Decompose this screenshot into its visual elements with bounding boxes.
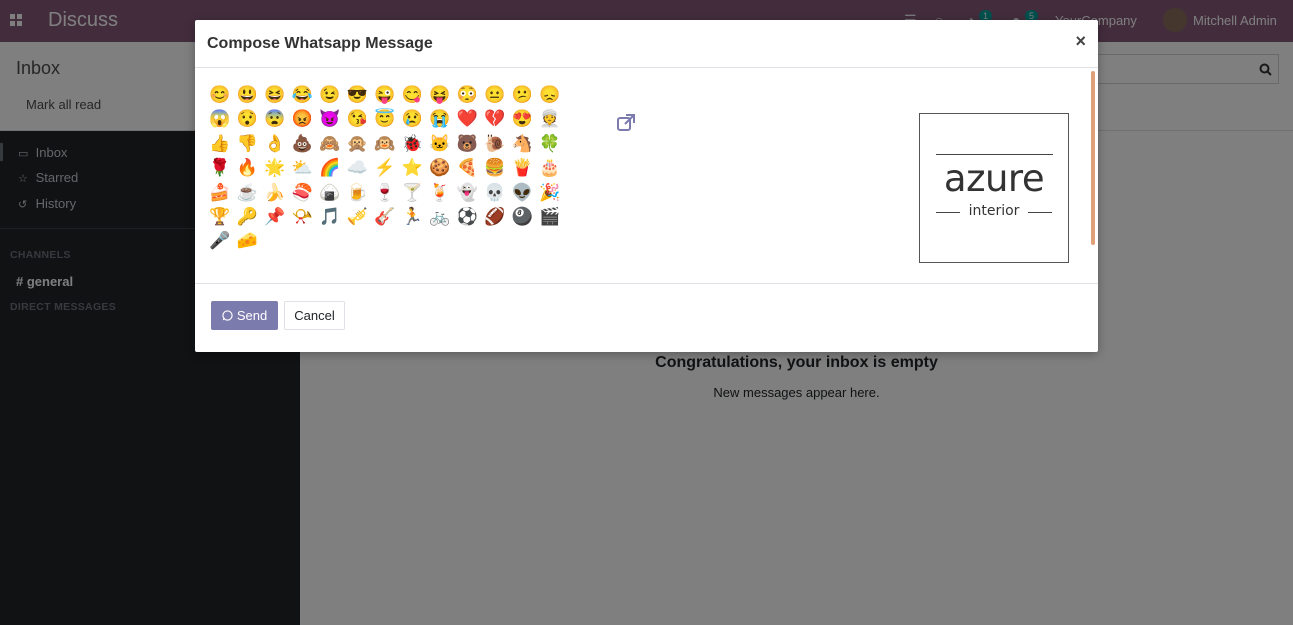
emoji-item[interactable]: 😞 [536, 83, 564, 107]
emoji-item[interactable]: 😕 [509, 83, 537, 107]
emoji-item[interactable]: 🍌 [261, 181, 289, 205]
emoji-item[interactable]: ⛅ [289, 156, 317, 180]
emoji-item[interactable]: 😱 [206, 107, 234, 131]
emoji-item[interactable]: 😍 [509, 107, 537, 131]
emoji-item[interactable]: 🎱 [509, 205, 537, 229]
emoji-picker: 😊 😃 😆 😂 😉 😎 😜 😋 😝 😳 😐 😕 😞 😱 😯 😨 😡 😈 😘 😇 😢 😭 ❤️ 💔 😍 👳 👍 👎 👌 💩 🙈 🙊 🙉 🐞 🐱 🐻 🐌 🐴 🍀… [206, 83, 588, 254]
dialog-header: Compose Whatsapp Message × [195, 20, 1098, 68]
emoji-item[interactable]: 🍕 [454, 156, 482, 180]
dialog-body: 😊 😃 😆 😂 😉 😎 😜 😋 😝 😳 😐 😕 😞 😱 😯 😨 😡 😈 😘 😇 😢 😭 ❤️ 💔 😍 👳 👍 👎 👌 💩 🙈 🙊 🙉 🐞 🐱 🐻 🐌 🐴 🍀… [195, 68, 1098, 283]
emoji-item[interactable]: ⚡ [371, 156, 399, 180]
emoji-item[interactable]: 🍷 [371, 181, 399, 205]
emoji-item[interactable]: 🌟 [261, 156, 289, 180]
emoji-item[interactable]: 😊 [206, 83, 234, 107]
emoji-item[interactable]: 🍀 [536, 132, 564, 156]
emoji-item[interactable]: 🍰 [206, 181, 234, 205]
emoji-item[interactable]: 🙊 [344, 132, 372, 156]
emoji-item[interactable]: 😘 [344, 107, 372, 131]
emoji-item[interactable]: 😈 [316, 107, 344, 131]
emoji-item[interactable]: 🐞 [399, 132, 427, 156]
emoji-item[interactable]: 🐌 [481, 132, 509, 156]
emoji-item[interactable]: 😐 [481, 83, 509, 107]
emoji-item[interactable]: 🧀 [234, 229, 262, 253]
emoji-item[interactable]: 💀 [481, 181, 509, 205]
emoji-item[interactable]: 🎸 [371, 205, 399, 229]
emoji-item[interactable]: 👽 [509, 181, 537, 205]
close-icon[interactable]: × [1075, 31, 1086, 52]
emoji-item[interactable]: ❤️ [454, 107, 482, 131]
emoji-item[interactable]: 🎉 [536, 181, 564, 205]
emoji-item[interactable]: 🍺 [344, 181, 372, 205]
emoji-item[interactable]: ☕ [234, 181, 262, 205]
emoji-item[interactable]: 🏆 [206, 205, 234, 229]
emoji-item[interactable]: 😉 [316, 83, 344, 107]
compose-whatsapp-dialog: Compose Whatsapp Message × 😊 😃 😆 😂 😉 😎 😜 😋 😝 😳 😐 😕 😞… [195, 20, 1098, 352]
emoji-item[interactable]: 😜 [371, 83, 399, 107]
emoji-item[interactable]: 😭 [426, 107, 454, 131]
emoji-item[interactable]: 😇 [371, 107, 399, 131]
emoji-item[interactable]: 😨 [261, 107, 289, 131]
emoji-item[interactable]: 😆 [261, 83, 289, 107]
emoji-item[interactable]: 🏃 [399, 205, 427, 229]
emoji-item[interactable]: 💔 [481, 107, 509, 131]
logo-main-text: azure [943, 157, 1045, 200]
emoji-item[interactable]: 👍 [206, 132, 234, 156]
external-link-icon[interactable] [616, 113, 636, 133]
emoji-item[interactable]: 👻 [454, 181, 482, 205]
emoji-item[interactable]: 🍪 [426, 156, 454, 180]
emoji-item[interactable]: 🍣 [289, 181, 317, 205]
scrollbar[interactable] [1091, 71, 1095, 245]
emoji-item[interactable]: 🐱 [426, 132, 454, 156]
emoji-item[interactable]: 👌 [261, 132, 289, 156]
logo-sub-text: interior [968, 203, 1020, 219]
emoji-item[interactable]: 🐴 [509, 132, 537, 156]
emoji-item[interactable]: 🍙 [316, 181, 344, 205]
emoji-item[interactable]: 🍹 [426, 181, 454, 205]
emoji-item[interactable]: 👎 [234, 132, 262, 156]
emoji-item[interactable]: 😳 [454, 83, 482, 107]
emoji-item[interactable]: 😃 [234, 83, 262, 107]
emoji-item[interactable]: 📯 [289, 205, 317, 229]
emoji-item[interactable]: 😂 [289, 83, 317, 107]
emoji-item[interactable]: 😝 [426, 83, 454, 107]
emoji-item[interactable]: 🌈 [316, 156, 344, 180]
emoji-item[interactable]: 🎂 [536, 156, 564, 180]
emoji-item[interactable]: 🔥 [234, 156, 262, 180]
emoji-item[interactable]: 🐻 [454, 132, 482, 156]
whatsapp-icon [222, 310, 233, 321]
emoji-item[interactable]: 🌹 [206, 156, 234, 180]
emoji-item[interactable]: 🍟 [509, 156, 537, 180]
emoji-item[interactable]: ⭐ [399, 156, 427, 180]
emoji-item[interactable]: 🙉 [371, 132, 399, 156]
emoji-item[interactable]: 📌 [261, 205, 289, 229]
emoji-item[interactable]: 🎤 [206, 229, 234, 253]
emoji-item[interactable]: 🍸 [399, 181, 427, 205]
emoji-item[interactable]: 🎵 [316, 205, 344, 229]
emoji-item[interactable]: 😋 [399, 83, 427, 107]
emoji-item[interactable]: 😎 [344, 83, 372, 107]
emoji-item[interactable]: 🎺 [344, 205, 372, 229]
emoji-item[interactable]: 😡 [289, 107, 317, 131]
emoji-item[interactable]: 😢 [399, 107, 427, 131]
cancel-button[interactable]: Cancel [284, 301, 345, 330]
send-button[interactable]: Send [211, 301, 278, 330]
emoji-item[interactable]: 🔑 [234, 205, 262, 229]
send-label: Send [236, 308, 268, 323]
dialog-footer: Send Cancel [195, 283, 1098, 353]
emoji-item[interactable]: 🙈 [316, 132, 344, 156]
emoji-item[interactable]: 👳 [536, 107, 564, 131]
emoji-item[interactable]: 💩 [289, 132, 317, 156]
emoji-item[interactable]: 😯 [234, 107, 262, 131]
emoji-item[interactable]: 🍔 [481, 156, 509, 180]
emoji-item[interactable]: ⚽ [454, 205, 482, 229]
emoji-item[interactable]: 🚲 [426, 205, 454, 229]
emoji-item[interactable]: 🎬 [536, 205, 564, 229]
dialog-title: Compose Whatsapp Message [207, 35, 433, 52]
emoji-item[interactable]: 🏈 [481, 205, 509, 229]
company-logo: azure interior [919, 113, 1069, 263]
emoji-item[interactable]: ☁️ [344, 156, 372, 180]
